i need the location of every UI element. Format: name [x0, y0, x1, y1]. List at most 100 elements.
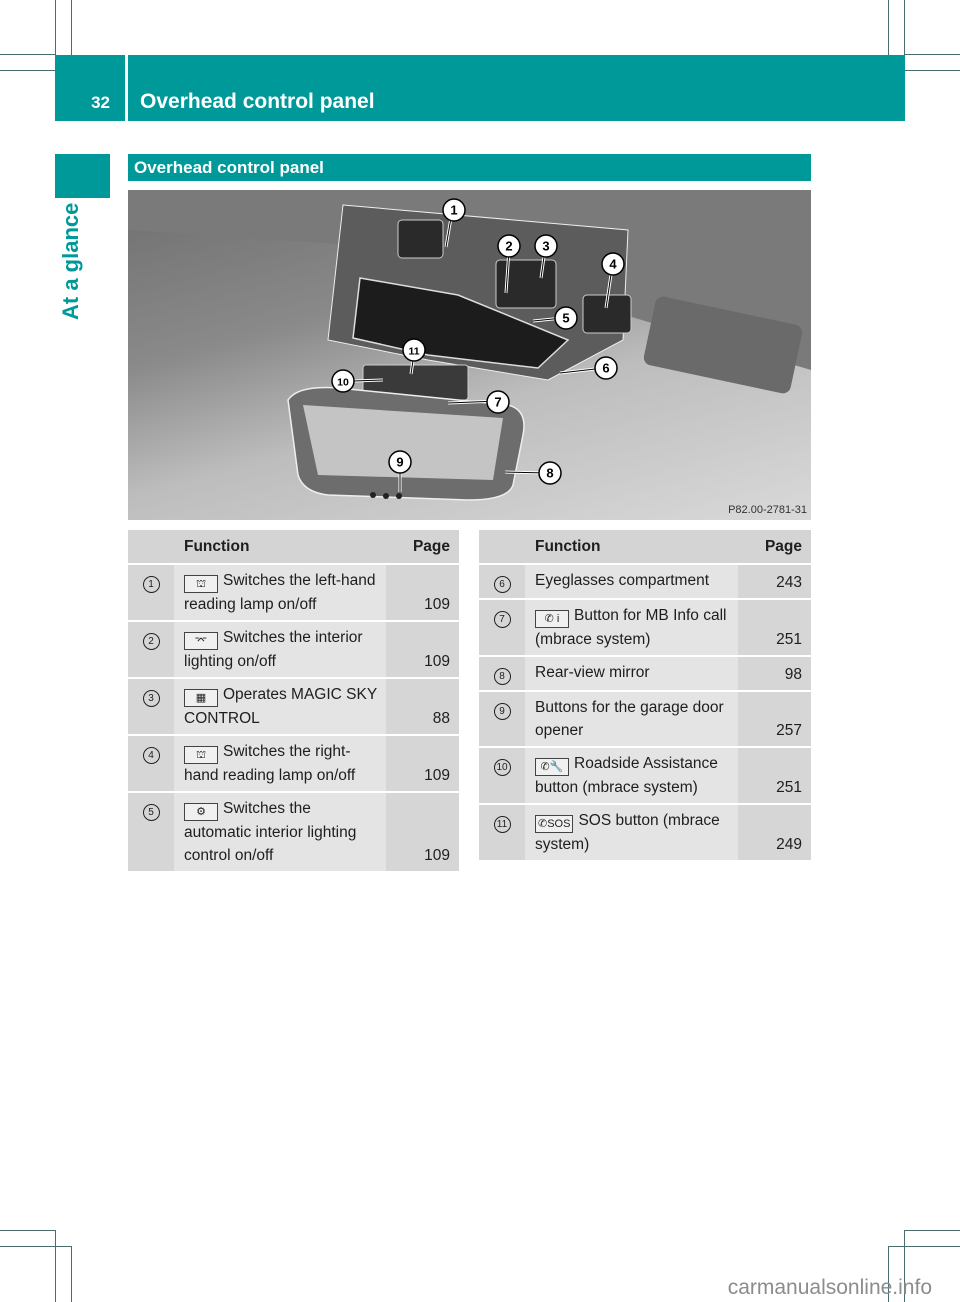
garage-button	[383, 493, 389, 499]
interior-light-icon: ⌤	[184, 632, 218, 650]
callout-label: 2	[505, 239, 512, 254]
page-reference[interactable]: 98	[738, 657, 811, 690]
table-row: 10 ✆🔧 Roadside Assistance button (mbrace s…	[479, 748, 811, 803]
callout-label: 9	[396, 455, 403, 470]
reading-lamp-icon: ⛫	[184, 746, 218, 764]
crop-mark	[71, 0, 72, 55]
table-row: 5 ⚙ Switches the automatic interior lighti…	[128, 793, 459, 871]
callout-number: 4	[142, 747, 160, 764]
illustration-drawing: 1 2 3 4 5 6 7 8 9 10 11	[128, 190, 811, 501]
callout-marker: 8	[538, 461, 562, 485]
page-reference[interactable]: 109	[386, 565, 459, 620]
callout-number-cell: 9	[479, 692, 525, 746]
callout-marker: 10	[331, 369, 355, 393]
callout-label: 5	[562, 311, 569, 326]
page-reference[interactable]: 109	[386, 736, 459, 791]
callout-number-cell: 5	[128, 793, 174, 871]
callout-number-cell: 10	[479, 748, 525, 803]
callout-number-cell: 3	[128, 679, 174, 734]
table-header-row: Function Page	[128, 530, 459, 563]
column-header-number	[128, 530, 174, 563]
function-table-left: Function Page 1 ⛫ Switches the left-hand r…	[128, 528, 459, 873]
function-cell: Eyeglasses compartment	[525, 565, 738, 598]
auto-light-off-icon: ⚙	[184, 803, 218, 821]
function-cell: ⚙ Switches the automatic interior lightin…	[174, 793, 386, 871]
callout-marker: 1	[442, 198, 466, 222]
function-text: Buttons for the garage door opener	[535, 699, 724, 739]
crop-mark	[71, 1246, 72, 1302]
callout-number: 3	[142, 690, 160, 707]
callout-number: 1	[142, 576, 160, 593]
table-row: 3 ▦ Operates MAGIC SKY CONTROL 88	[128, 679, 459, 734]
callout-number: 11	[493, 816, 511, 833]
callout-number: 6	[493, 576, 511, 593]
callout-number: 8	[493, 668, 511, 685]
callout-marker: 2	[497, 234, 521, 258]
page-reference[interactable]: 109	[386, 622, 459, 677]
column-header-page: Page	[386, 530, 459, 563]
callout-marker: 7	[486, 390, 510, 414]
page-reference[interactable]: 243	[738, 565, 811, 598]
crop-mark	[888, 1246, 960, 1247]
function-table-right: Function Page 6 Eyeglasses compartment 243…	[479, 528, 811, 862]
function-text: Rear-view mirror	[535, 664, 650, 681]
crop-mark	[904, 0, 905, 55]
callout-number-cell: 6	[479, 565, 525, 598]
garage-button	[370, 492, 376, 498]
reading-lamp-icon: ⛫	[184, 575, 218, 593]
column-header-number	[479, 530, 525, 563]
phone-info-icon: ✆ i	[535, 610, 569, 628]
callout-label: 11	[408, 346, 419, 358]
function-cell: ⛫ Switches the left-hand reading lamp on/…	[174, 565, 386, 620]
function-cell: ⌤ Switches the interior lighting on/off	[174, 622, 386, 677]
page-reference[interactable]: 251	[738, 600, 811, 655]
callout-number: 10	[493, 759, 511, 776]
callout-number: 2	[142, 633, 160, 650]
column-header-page: Page	[738, 530, 811, 563]
figure-code: P82.00-2781-31	[728, 504, 807, 516]
callout-number-cell: 2	[128, 622, 174, 677]
crop-mark	[55, 1230, 56, 1302]
callout-number-cell: 11	[479, 805, 525, 860]
side-tab-label: At a glance	[58, 202, 83, 320]
callout-label: 7	[494, 395, 501, 410]
function-cell: ✆SOS SOS button (mbrace system)	[525, 805, 738, 860]
function-cell: ✆🔧 Roadside Assistance button (mbrace sys…	[525, 748, 738, 803]
function-text: Eyeglasses compartment	[535, 572, 710, 589]
callout-label: 8	[546, 466, 553, 481]
callout-number-cell: 1	[128, 565, 174, 620]
callout-marker: 3	[534, 234, 558, 258]
page-reference[interactable]: 88	[386, 679, 459, 734]
page-reference[interactable]: 109	[386, 793, 459, 871]
callout-marker: 4	[601, 252, 625, 276]
crop-mark	[0, 1246, 71, 1247]
crop-mark	[0, 1230, 55, 1231]
callout-marker: 9	[388, 450, 412, 474]
page-reference[interactable]: 249	[738, 805, 811, 860]
callout-marker: 6	[594, 356, 618, 380]
table-row: 8 Rear-view mirror 98	[479, 657, 811, 690]
phone-wrench-icon: ✆🔧	[535, 758, 569, 776]
crop-mark	[0, 70, 55, 71]
page-reference[interactable]: 251	[738, 748, 811, 803]
crop-mark	[905, 70, 960, 71]
magic-sky-icon: ▦	[184, 689, 218, 707]
callout-number-cell: 4	[128, 736, 174, 791]
crop-mark	[55, 0, 56, 55]
page-header-title: Overhead control panel	[128, 55, 905, 121]
function-cell: ⛫ Switches the right-hand reading lamp on…	[174, 736, 386, 791]
callout-marker: 11	[402, 338, 426, 362]
callout-number-cell: 8	[479, 657, 525, 690]
column-header-function: Function	[525, 530, 738, 563]
table-row: 11 ✆SOS SOS button (mbrace system) 249	[479, 805, 811, 860]
callout-number: 9	[493, 703, 511, 720]
function-cell: ✆ i Button for MB Info call (mbrace syste…	[525, 600, 738, 655]
center-light-buttons	[495, 259, 557, 309]
table-row: 1 ⛫ Switches the left-hand reading lamp on…	[128, 565, 459, 620]
function-cell: Rear-view mirror	[525, 657, 738, 690]
crop-mark	[888, 0, 889, 55]
callout-number-cell: 7	[479, 600, 525, 655]
column-header-function: Function	[174, 530, 386, 563]
page-reference[interactable]: 257	[738, 692, 811, 746]
overhead-panel-illustration: 1 2 3 4 5 6 7 8 9 10 11 P82.00-2781-31	[128, 190, 811, 520]
